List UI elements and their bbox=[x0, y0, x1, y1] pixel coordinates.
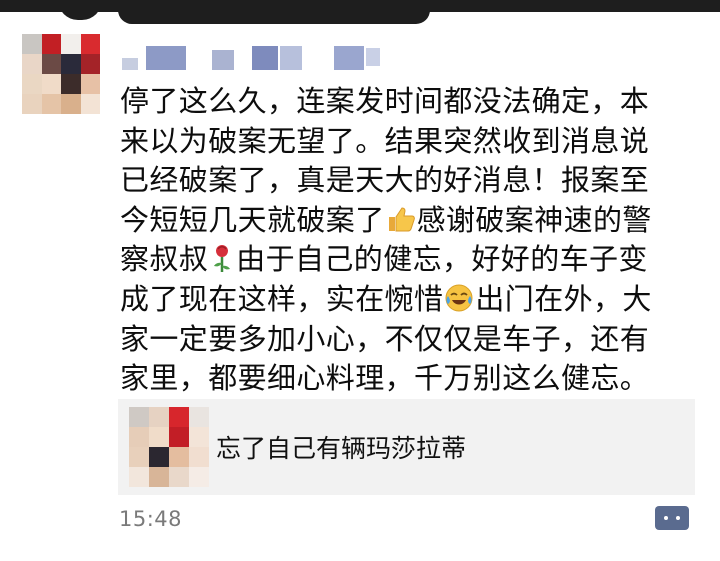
post-text-segment: 成了现在这样，实在惋惜 bbox=[120, 281, 444, 316]
comment-button[interactable] bbox=[655, 506, 689, 530]
post-line: 来以为破案无望了。结果突然收到消息说 bbox=[120, 123, 650, 158]
post-body: 停了这么久，连案发时间都没法确定，本 来以为破案无望了。结果突然收到消息说 已经… bbox=[120, 82, 710, 399]
thumbs-up-icon bbox=[386, 204, 416, 245]
status-bar-shape bbox=[118, 0, 430, 24]
post-timestamp: 15:48 bbox=[119, 507, 183, 531]
status-bar-shape bbox=[58, 0, 102, 20]
shared-link-thumbnail bbox=[129, 407, 209, 487]
post-line: 今短短几天就破案了 感谢破案神速的警 bbox=[120, 201, 710, 241]
post-line: 停了这么久，连案发时间都没法确定，本 bbox=[120, 84, 650, 118]
post-text-segment: 由于自己的健忘，好好的车子变 bbox=[236, 242, 648, 277]
post-text-segment: 感谢破案神速的警 bbox=[416, 202, 652, 237]
post-text-segment: 出门在外，大 bbox=[475, 281, 652, 316]
post-line: 已经破案了，真是天大的好消息！报案至 bbox=[120, 163, 650, 198]
avatar[interactable] bbox=[22, 34, 100, 114]
post-line: 成了现在这样，实在惋惜 出门在外，大 bbox=[120, 280, 710, 320]
post-line: 察叔叔 由于自己的健忘，好好的车子变 bbox=[120, 240, 710, 280]
shared-link-card[interactable]: 忘了自己有辆玛莎拉蒂 bbox=[118, 399, 695, 495]
username-blurred[interactable] bbox=[122, 44, 392, 72]
comment-dot bbox=[676, 516, 680, 520]
post-line: 家一定要多加小心，不仅仅是车子，还有 bbox=[120, 321, 650, 356]
status-bar bbox=[0, 0, 720, 24]
post-line: 家里，都要细心料理，千万别这么健忘。 bbox=[120, 361, 650, 396]
shared-link-title: 忘了自己有辆玛莎拉蒂 bbox=[216, 434, 467, 463]
comment-dot bbox=[664, 516, 668, 520]
crying-laughing-icon bbox=[444, 283, 474, 324]
rose-icon bbox=[209, 243, 235, 284]
post-text-segment: 今短短几天就破案了 bbox=[120, 202, 385, 237]
post-text-segment: 察叔叔 bbox=[120, 242, 209, 277]
